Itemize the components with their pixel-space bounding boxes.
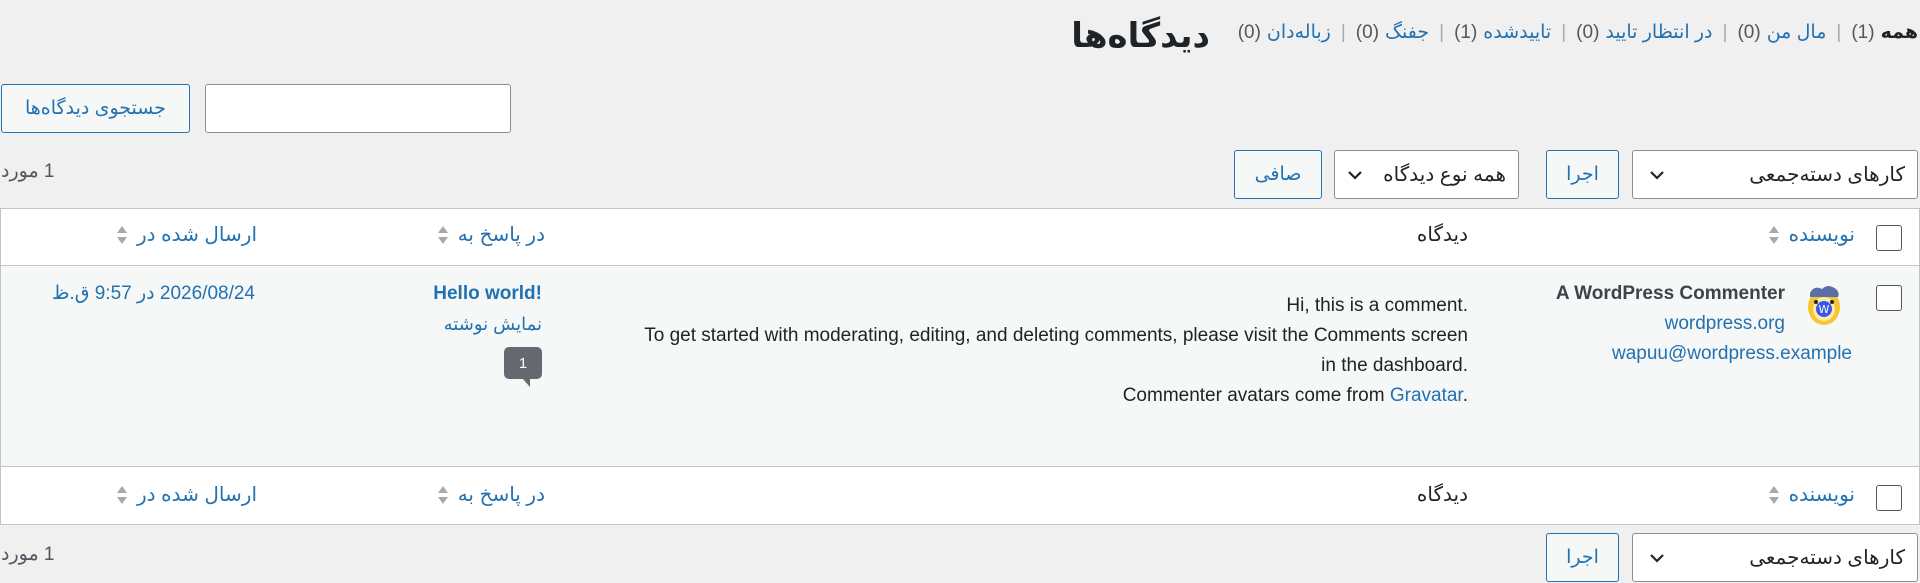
author-name: A WordPress Commenter (1555, 283, 1785, 304)
bulk-actions-select-bottom[interactable]: کارهای دسته‌جمعی (1632, 533, 1918, 582)
column-submitted-on[interactable]: ارسال شده در (115, 222, 257, 247)
sort-icon (116, 485, 127, 504)
column-in-response-to[interactable]: در پاسخ به (436, 222, 545, 247)
filter-all[interactable]: همه (1) (1851, 18, 1918, 48)
column-comment-footer: دیدگاه (1417, 482, 1468, 507)
filter-spam[interactable]: جفنگ (0) (1356, 18, 1429, 48)
page-title: دیدگاه‌ها (1071, 17, 1210, 55)
svg-text:W: W (1819, 303, 1830, 316)
comment-type-value: همه نوع دیدگاه (1383, 164, 1506, 186)
column-submitted-label: ارسال شده در (136, 484, 257, 506)
filter-spam-label: جفنگ (1385, 22, 1430, 43)
filter-trash-label: زباله‌دان (1266, 22, 1331, 43)
sort-icon (116, 225, 127, 244)
separator: | (1722, 22, 1728, 43)
comment-type-select[interactable]: همه نوع دیدگاه (1334, 150, 1519, 199)
apply-button-bottom[interactable]: اجرا (1546, 533, 1619, 582)
filter-spam-count: (0) (1355, 22, 1380, 43)
filter-mine-count: (0) (1737, 22, 1761, 43)
comment-text-line: in the dashboard. (1321, 355, 1468, 376)
filter-all-label: همه (1880, 22, 1918, 43)
comment-text-line: To get started with moderating, editing,… (644, 325, 1468, 346)
bulk-actions-select[interactable]: کارهای دسته‌جمعی (1632, 150, 1918, 199)
view-post-link[interactable]: نمایش نوشته (444, 309, 542, 339)
filter-pending[interactable]: در انتظار تایید (0) (1576, 18, 1712, 48)
bulk-actions-value: کارهای دسته‌جمعی (1749, 164, 1905, 186)
select-all-checkbox[interactable] (1876, 225, 1902, 251)
search-input[interactable] (205, 84, 511, 133)
filter-approved-label: تاییدشده (1483, 22, 1552, 43)
comment-text-line: Hi, this is a comment. (1286, 295, 1468, 316)
column-comment-label: دیدگاه (1416, 484, 1468, 506)
filter-mine[interactable]: مال من (0) (1737, 18, 1826, 48)
wapuu-avatar-icon: W (1808, 286, 1840, 325)
column-response-label: در پاسخ به (457, 224, 545, 246)
filter-trash[interactable]: زباله‌دان (0) (1238, 18, 1331, 48)
filter-approved-count: (1) (1454, 22, 1478, 43)
filter-pending-label: در انتظار تایید (1605, 22, 1713, 43)
comment-status-filters: همه (1) | مال من (0) | در انتظار تایید (… (1238, 18, 1918, 48)
sort-icon (437, 225, 448, 244)
row-checkbox[interactable] (1876, 285, 1902, 311)
column-in-response-to-footer[interactable]: در پاسخ به (436, 482, 545, 507)
items-count: 1 مورد (1, 161, 55, 182)
column-author[interactable]: نویسنده (1767, 222, 1855, 247)
post-title-link[interactable]: Hello world! (433, 279, 542, 309)
sort-icon (1768, 485, 1779, 504)
comment-period: . (1462, 385, 1468, 406)
column-submitted-label: ارسال شده در (136, 224, 257, 246)
column-author-label: نویسنده (1788, 224, 1855, 246)
bulk-actions-value: کارهای دسته‌جمعی (1749, 547, 1905, 569)
separator: | (1340, 22, 1346, 43)
select-all-checkbox-bottom[interactable] (1876, 485, 1902, 511)
submitted-date-link[interactable]: 2026/08/24 در 9:57 ق.ظ (52, 279, 255, 309)
chevron-down-icon (1650, 170, 1664, 180)
search-comments-button[interactable]: جستجوی دیدگاه‌ها (1, 84, 190, 133)
filter-mine-label: مال من (1766, 22, 1827, 43)
column-comment: دیدگاه (1417, 222, 1468, 247)
column-submitted-on-footer[interactable]: ارسال شده در (115, 482, 257, 507)
author-url-link[interactable]: wordpress.org (1665, 309, 1785, 339)
comment-avatar-text: Commenter avatars come from (1122, 385, 1390, 406)
author-email-link[interactable]: wapuu@wordpress.example (1612, 339, 1852, 369)
chevron-down-icon (1348, 170, 1362, 180)
filter-approved[interactable]: تاییدشده (1) (1454, 18, 1551, 48)
items-count-bottom: 1 مورد (1, 544, 55, 565)
column-response-label: در پاسخ به (457, 484, 545, 506)
apply-button[interactable]: اجرا (1546, 150, 1619, 199)
filter-trash-count: (0) (1237, 22, 1261, 43)
avatar: W (1804, 283, 1844, 327)
filter-all-count: (1) (1851, 22, 1875, 43)
chevron-down-icon (1650, 553, 1664, 563)
separator: | (1561, 22, 1567, 43)
separator: | (1439, 22, 1445, 43)
comment-text-line: Commenter avatars come from Gravatar. (1123, 381, 1468, 411)
sort-icon (1768, 225, 1779, 244)
header-divider (0, 265, 1920, 266)
filter-pending-count: (0) (1576, 22, 1600, 43)
column-author-label: نویسنده (1788, 484, 1855, 506)
column-author-footer[interactable]: نویسنده (1767, 482, 1855, 507)
footer-divider (0, 466, 1920, 467)
sort-icon (437, 485, 448, 504)
gravatar-link[interactable]: Gravatar (1390, 385, 1463, 406)
separator: | (1836, 22, 1842, 43)
bubble-tail (522, 378, 530, 387)
comment-count-bubble[interactable]: 1 (504, 347, 542, 379)
column-comment-label: دیدگاه (1416, 224, 1468, 246)
filter-button[interactable]: صافی (1234, 150, 1322, 199)
